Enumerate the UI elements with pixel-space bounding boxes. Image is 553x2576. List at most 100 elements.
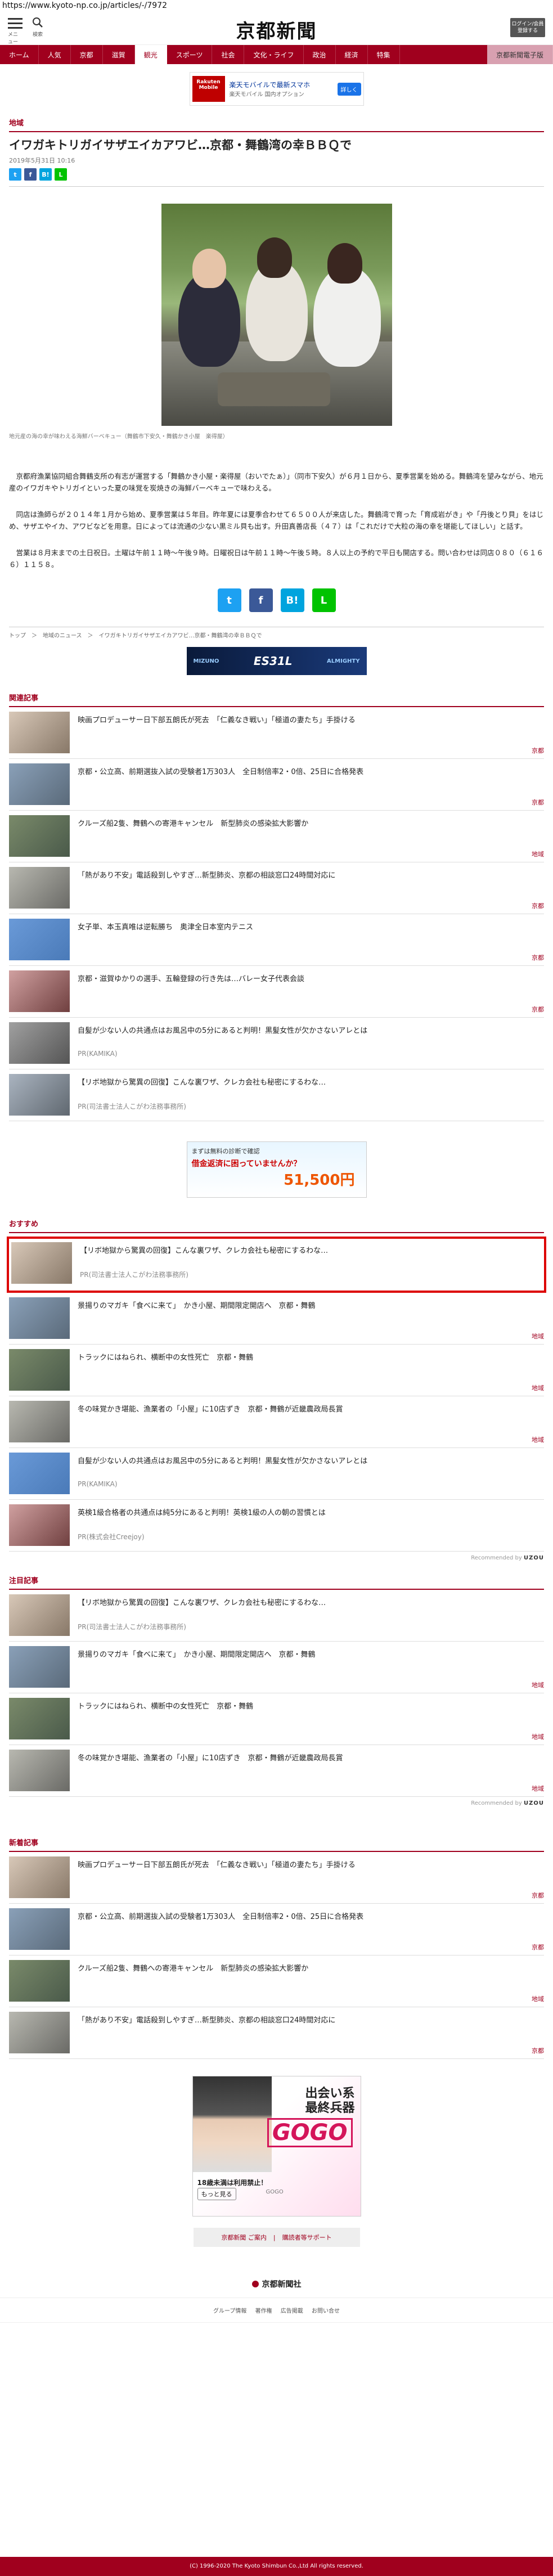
nav-item[interactable]: 京都 [71,45,103,64]
item-title[interactable]: 京都・滋賀ゆかりの選手、五輪登録の行き先は…バレー女子代表会談 [78,970,544,984]
category-tag[interactable]: 地域 [532,1435,544,1444]
nav-item[interactable]: 特集 [368,45,400,64]
thumbnail[interactable] [9,1297,70,1339]
category-tag[interactable]: 京都 [532,2046,544,2055]
nav-item[interactable]: スポーツ [167,45,213,64]
item-title[interactable]: 女子単、本玉真唯は逆転勝ち 奥津全日本室内テニス [78,919,544,933]
footer-link-guide[interactable]: 京都新聞 ご案内 [221,2233,267,2242]
twitter-share-icon[interactable]: t [217,588,241,612]
breadcrumb[interactable]: トップ ＞ 地域のニュース ＞ イワガキトリガイサザエイカアワビ…京都・舞鶴湾の… [0,627,553,642]
item-title[interactable]: クルーズ船2隻、舞鶴への寄港キャンセル 新型肺炎の感染拡大影響か [78,1960,544,1974]
nav-item-digital[interactable]: 京都新聞電子版 [487,45,553,64]
item-title[interactable]: 自髪が少ない人の共通点はお風呂中の5分にあると判明！黒髪女性が欠かさないアレとは [78,1022,544,1036]
list-item[interactable]: 女子単、本玉真唯は逆転勝ち 奥津全日本室内テニス京都 [9,914,544,966]
category-tag[interactable]: 地域 [532,1994,544,2003]
hatena-share-icon[interactable]: B! [39,168,52,181]
nav-item[interactable]: 人気 [39,45,71,64]
footer-nav-item[interactable]: 著作権 [255,2308,272,2314]
list-item[interactable]: 冬の味覚かき堪能、漁業者の「小屋」に10店ずき 京都・舞鶴が近畿農政局長賞地域 [9,1745,544,1797]
footer-logo[interactable]: 京都新聞社 [0,2278,553,2290]
category-tag[interactable]: 地域 [532,1784,544,1793]
thumbnail[interactable] [9,1401,70,1442]
nav-item[interactable]: 政治 [304,45,336,64]
list-item[interactable]: 「熱があり不安」電話殺到しやすぎ…新型肺炎、京都の相談窓口24時間対応に京都 [9,2007,544,2059]
list-item[interactable]: 京都・公立高、前期選抜入試の受験者1万303人 全日制倍率2・0倍、25日に合格… [9,759,544,811]
category-tag[interactable]: 京都 [532,953,544,962]
ad-rakuten[interactable]: Rakuten Mobile 楽天モバイルで最新スマホ 楽天モバイル 国内オプシ… [189,72,364,106]
thumbnail[interactable] [9,1022,70,1064]
list-item[interactable]: 自髪が少ない人の共通点はお風呂中の5分にあると判明！黒髪女性が欠かさないアレとは… [9,1448,544,1500]
nav-item[interactable]: 観光 [134,45,167,64]
item-title[interactable]: 【リボ地獄から驚異の回復】こんな裏ワザ、クレカ会社も秘密にするわな… [80,1242,542,1256]
nav-item[interactable]: 経済 [336,45,368,64]
thumbnail[interactable] [9,1504,70,1546]
ad-mizuno[interactable]: MIZUNO ES31L ALMIGHTY [186,647,367,675]
list-item[interactable]: クルーズ船2隻、舞鶴への寄港キャンセル 新型肺炎の感染拡大影響か 地域 [9,811,544,862]
url-bar[interactable]: https://www.kyoto-np.co.jp/articles/-/79… [0,0,553,11]
item-title[interactable]: 冬の味覚かき堪能、漁業者の「小屋」に10店ずき 京都・舞鶴が近畿農政局長賞 [78,1401,544,1415]
category-tag[interactable]: 地域 [532,1732,544,1741]
category-tag[interactable]: 京都 [532,1943,544,1952]
list-item[interactable]: 映画プロデューサー日下部五朗氏が死去 「仁義なき戦い」「極道の妻たち」手掛ける京… [9,707,544,759]
footer-nav-item[interactable]: 広告掲載 [281,2308,303,2314]
ad-more-button[interactable]: もっと見る [197,2188,236,2200]
list-item[interactable]: 景揚りのマガキ「食べに来て」 かき小屋、期間限定開店へ 京都・舞鶴地域 [9,1293,544,1345]
line-share-icon[interactable]: L [55,168,67,181]
list-item[interactable]: 景揚りのマガキ「食べに来て」 かき小屋、期間限定開店へ 京都・舞鶴地域 [9,1642,544,1693]
footer-nav-item[interactable]: グループ情報 [213,2308,246,2314]
list-item[interactable]: 映画プロデューサー日下部五朗氏が死去 「仁義なき戦い」「極道の妻たち」手掛ける京… [9,1852,544,1904]
category-tag[interactable]: 京都 [532,1005,544,1014]
list-item[interactable]: 「熱があり不安」電話殺到しやすぎ…新型肺炎、京都の相談窓口24時間対応に 京都 [9,862,544,914]
item-title[interactable]: トラックにはねられ、横断中の女性死亡 京都・舞鶴 [78,1698,544,1712]
list-item[interactable]: 【リボ地獄から驚異の回復】こんな裏ワザ、クレカ会社も秘密にするわな… PR(司法書… [7,1237,546,1293]
category-tag[interactable]: 京都 [532,901,544,910]
thumbnail[interactable] [9,1856,70,1898]
thumbnail[interactable] [9,867,70,909]
login-button[interactable]: ログイン/会員 登録する [510,18,545,37]
category-tag[interactable]: 地域 [532,1680,544,1689]
list-item[interactable]: クルーズ船2隻、舞鶴への寄港キャンセル 新型肺炎の感染拡大影響か地域 [9,1955,544,2007]
thumbnail[interactable] [9,815,70,857]
item-title[interactable]: 冬の味覚かき堪能、漁業者の「小屋」に10店ずき 京都・舞鶴が近畿農政局長賞 [78,1750,544,1764]
ad-debt[interactable]: まずは無料の診断で確認 借金返済に困っていませんか？ 51,500円 [186,1141,367,1198]
item-title[interactable]: 【リボ地獄から驚異の回復】こんな裏ワザ、クレカ会社も秘密にするわな… [78,1074,544,1088]
thumbnail[interactable] [9,919,70,960]
thumbnail[interactable] [9,1453,70,1494]
nav-item[interactable]: 文化・ライフ [244,45,304,64]
list-item[interactable]: トラックにはねられ、横断中の女性死亡 京都・舞鶴地域 [9,1693,544,1745]
item-title[interactable]: 景揚りのマガキ「食べに来て」 かき小屋、期間限定開店へ 京都・舞鶴 [78,1297,544,1311]
thumbnail[interactable] [9,1750,70,1791]
item-title[interactable]: 【リボ地獄から驚異の回復】こんな裏ワザ、クレカ会社も秘密にするわな… [78,1594,544,1608]
site-logo[interactable]: 京都新聞 [0,16,553,43]
article-photo[interactable] [161,204,392,426]
nav-item[interactable]: 滋賀 [103,45,135,64]
facebook-share-icon[interactable]: f [24,168,37,181]
category-tag[interactable]: 京都 [532,1891,544,1900]
nav-item[interactable]: ホーム [0,45,39,64]
category-tag[interactable]: 京都 [532,746,544,755]
category-tag[interactable]: 地域 [532,849,544,858]
category-tag[interactable]: 京都 [532,798,544,807]
item-title[interactable]: 英検1級合格者の共通点は純5分にあると判明！英検1級の人の朝の習慣とは [78,1504,544,1518]
thumbnail[interactable] [9,763,70,805]
list-item[interactable]: 【リボ地獄から驚異の回復】こんな裏ワザ、クレカ会社も秘密にするわな… PR(司法書… [9,1069,544,1121]
list-item[interactable]: 自髪が少ない人の共通点はお風呂中の5分にあると判明！黒髪女性が欠かさないアレとは… [9,1018,544,1069]
category-tag[interactable]: 地域 [532,1383,544,1392]
thumbnail[interactable] [9,1349,70,1391]
item-title[interactable]: 「熱があり不安」電話殺到しやすぎ…新型肺炎、京都の相談窓口24時間対応に [78,2012,544,2026]
item-title[interactable]: トラックにはねられ、横断中の女性死亡 京都・舞鶴 [78,1349,544,1363]
article-category[interactable]: 地域 [0,114,553,131]
list-item[interactable]: 冬の味覚かき堪能、漁業者の「小屋」に10店ずき 京都・舞鶴が近畿農政局長賞地域 [9,1396,544,1448]
thumbnail[interactable] [9,712,70,753]
item-title[interactable]: 映画プロデューサー日下部五朗氏が死去 「仁義なき戦い」「極道の妻たち」手掛ける [78,712,544,726]
twitter-share-icon[interactable]: t [9,168,21,181]
footer-nav-item[interactable]: お問い合せ [312,2308,340,2314]
thumbnail[interactable] [9,970,70,1012]
ad-gogo[interactable]: 出会い系 最終兵器 GOGO 18歳未満は利用禁止！ もっと見る GOGO [192,2076,361,2217]
category-tag[interactable]: 地域 [532,1332,544,1341]
list-item[interactable]: トラックにはねられ、横断中の女性死亡 京都・舞鶴地域 [9,1345,544,1396]
nav-item[interactable]: 社会 [212,45,245,64]
thumbnail[interactable] [9,2012,70,2053]
item-title[interactable]: 景揚りのマガキ「食べに来て」 かき小屋、期間限定開店へ 京都・舞鶴 [78,1646,544,1660]
thumbnail[interactable] [9,1960,70,2002]
